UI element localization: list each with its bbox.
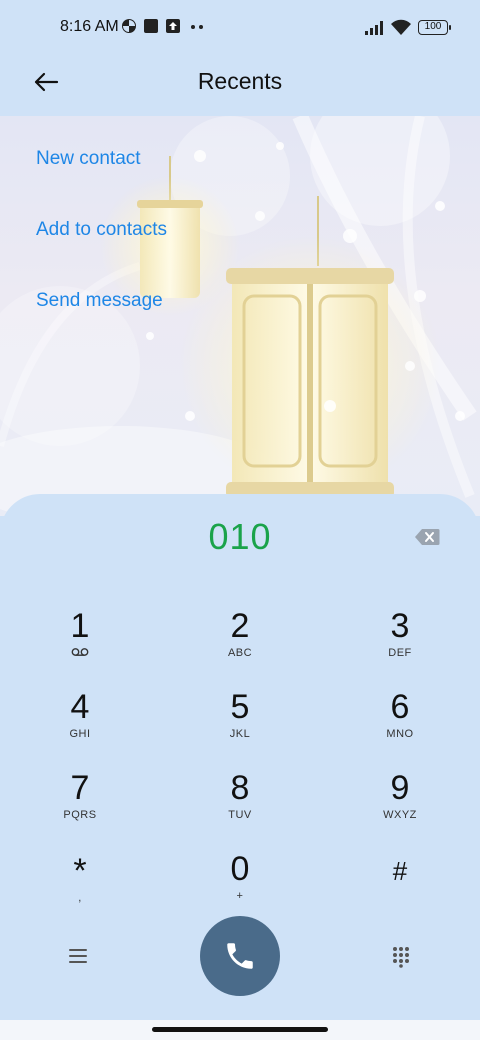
- lantern-illustration: [0, 116, 477, 516]
- dialpad: 010 1 2 ABC 3 DEF 4 GHI 5 JKL 6 MNO 7 PQ…: [0, 494, 480, 1040]
- dialed-number: 010: [208, 516, 272, 557]
- menu-icon[interactable]: [68, 948, 88, 964]
- signal-icon: [365, 21, 383, 35]
- voicemail-icon: [71, 648, 89, 656]
- key-digit: 5: [230, 688, 250, 726]
- key-digit: 8: [230, 769, 250, 807]
- more-dots-icon: [191, 25, 203, 29]
- key-letters: MNO: [386, 728, 414, 740]
- key-1[interactable]: 1: [20, 606, 140, 678]
- square-icon: [144, 19, 158, 33]
- phone-icon: [227, 943, 253, 969]
- wifi-icon: [391, 19, 411, 35]
- key-letters: ,: [78, 892, 82, 904]
- key-hash[interactable]: #: [340, 851, 460, 923]
- key-3[interactable]: 3 DEF: [340, 606, 460, 678]
- key-8[interactable]: 8 TUV: [180, 768, 300, 840]
- key-letters: GHI: [69, 728, 91, 740]
- pinwheel-icon: [122, 19, 136, 33]
- key-digit: #: [392, 856, 408, 886]
- key-digit: 6: [390, 688, 410, 726]
- status-time: 8:16 AM: [60, 18, 119, 35]
- battery-level: 100: [424, 21, 442, 32]
- key-digit: 2: [230, 607, 250, 645]
- backspace-icon[interactable]: [414, 528, 440, 546]
- header: Recents: [0, 56, 480, 116]
- key-digit: 9: [390, 769, 410, 807]
- key-digit: 7: [70, 769, 90, 807]
- new-contact-link[interactable]: New contact: [36, 148, 141, 170]
- key-star[interactable]: * ,: [20, 851, 140, 923]
- key-letters: DEF: [388, 647, 412, 659]
- key-2[interactable]: 2 ABC: [180, 606, 300, 678]
- wallpaper: New contact Add to contacts Send message: [0, 116, 480, 516]
- keypad-icon[interactable]: [392, 946, 410, 968]
- key-letters: WXYZ: [383, 809, 417, 821]
- key-letters: ABC: [227, 647, 253, 659]
- key-digit: 4: [70, 688, 90, 726]
- page-title: Recents: [197, 68, 283, 94]
- key-6[interactable]: 6 MNO: [340, 687, 460, 759]
- add-to-contacts-link[interactable]: Add to contacts: [36, 219, 167, 241]
- call-button[interactable]: [200, 916, 280, 996]
- key-digit: 0: [230, 850, 250, 888]
- home-indicator[interactable]: [152, 1027, 328, 1032]
- key-0[interactable]: 0 +: [180, 849, 300, 921]
- status-bar: 8:16 AM 100: [0, 0, 480, 56]
- key-5[interactable]: 5 JKL: [180, 687, 300, 759]
- key-digit: 1: [70, 607, 90, 645]
- key-digit: *: [73, 852, 87, 890]
- key-9[interactable]: 9 WXYZ: [340, 768, 460, 840]
- key-digit: 3: [390, 607, 410, 645]
- key-letters: PQRS: [63, 809, 97, 821]
- upload-icon: [166, 19, 180, 33]
- key-letters: JKL: [229, 728, 251, 740]
- battery-icon: 100: [418, 20, 451, 35]
- key-7[interactable]: 7 PQRS: [20, 768, 140, 840]
- send-message-link[interactable]: Send message: [36, 290, 163, 312]
- key-letters: +: [236, 890, 244, 902]
- key-letters: TUV: [228, 809, 252, 821]
- key-4[interactable]: 4 GHI: [20, 687, 140, 759]
